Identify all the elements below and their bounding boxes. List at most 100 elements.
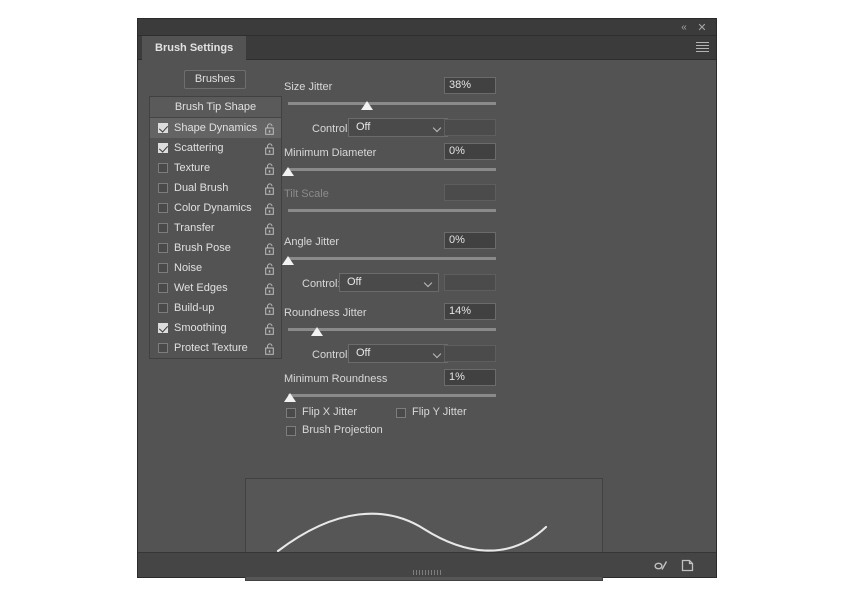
brush-option-checkbox[interactable]: [158, 223, 168, 233]
brush-option-row[interactable]: Wet Edges: [150, 278, 281, 298]
minimum-diameter-label: Minimum Diameter: [284, 147, 377, 159]
brush-projection-label: Brush Projection: [302, 424, 383, 436]
size-control-extra-value: [444, 119, 496, 136]
roundness-jitter-slider[interactable]: [288, 324, 496, 338]
panel-footer: [138, 552, 716, 577]
brush-option-label: Build-up: [174, 302, 215, 314]
new-brush-preset-icon[interactable]: [679, 557, 696, 574]
unlocked-padlock-icon[interactable]: [265, 202, 274, 215]
panel-tab-strip: Brush Settings: [138, 36, 716, 60]
brush-option-row[interactable]: Build-up: [150, 298, 281, 318]
size-jitter-slider[interactable]: [288, 98, 496, 112]
unlocked-padlock-icon[interactable]: [265, 162, 274, 175]
brush-option-list: Brush Tip Shape Shape Dynamics Scattering…: [149, 96, 282, 359]
flip-y-jitter-label: Flip Y Jitter: [412, 406, 467, 418]
roundness-control-select[interactable]: Off: [348, 344, 448, 363]
roundness-control-label: Control:: [312, 349, 351, 361]
brush-option-checkbox[interactable]: [158, 283, 168, 293]
brush-option-row[interactable]: Dual Brush: [150, 178, 281, 198]
brush-option-checkbox[interactable]: [158, 343, 168, 353]
roundness-jitter-value[interactable]: 14%: [444, 303, 496, 320]
angle-jitter-value[interactable]: 0%: [444, 232, 496, 249]
brush-option-label: Scattering: [174, 142, 224, 154]
roundness-jitter-label: Roundness Jitter: [284, 307, 367, 319]
angle-control-label: Control:: [302, 278, 341, 290]
angle-jitter-label: Angle Jitter: [284, 236, 340, 248]
brush-option-checkbox[interactable]: [158, 143, 168, 153]
size-jitter-label: Size Jitter: [284, 81, 333, 93]
brush-option-label: Protect Texture: [174, 342, 248, 354]
panel-body: Brushes Brush Tip Shape Shape Dynamics Sc…: [138, 60, 716, 581]
brush-option-label: Texture: [174, 162, 211, 174]
unlocked-padlock-icon[interactable]: [265, 282, 274, 295]
chevron-down-icon: [432, 123, 442, 133]
flip-x-jitter-label: Flip X Jitter: [302, 406, 358, 418]
close-icon[interactable]: ✕: [696, 22, 708, 34]
angle-jitter-slider[interactable]: [282, 253, 496, 267]
roundness-control-value: Off: [356, 347, 371, 359]
brushes-button[interactable]: Brushes: [184, 70, 246, 89]
brush-option-checkbox[interactable]: [158, 263, 168, 273]
minimum-roundness-slider[interactable]: [284, 390, 496, 404]
panel-menu-icon[interactable]: [696, 42, 709, 54]
brush-option-label: Transfer: [174, 222, 215, 234]
tab-brush-settings[interactable]: Brush Settings: [142, 36, 247, 60]
brush-option-checkbox[interactable]: [158, 123, 168, 133]
collapse-double-chevron-icon[interactable]: «: [678, 22, 690, 34]
unlocked-padlock-icon[interactable]: [265, 262, 274, 275]
flip-y-jitter-checkbox[interactable]: [396, 408, 406, 418]
unlocked-padlock-icon[interactable]: [265, 342, 274, 355]
brush-option-label: Shape Dynamics: [174, 122, 258, 134]
angle-control-value: Off: [347, 276, 362, 288]
minimum-diameter-value[interactable]: 0%: [444, 143, 496, 160]
brush-option-row[interactable]: Shape Dynamics: [150, 118, 281, 138]
flip-x-jitter-checkbox[interactable]: [286, 408, 296, 418]
toggle-brush-panel-icon[interactable]: [652, 557, 669, 574]
brush-settings-panel: « ✕ Brush Settings Brushes Brush Tip Sha…: [137, 18, 717, 581]
resize-grip[interactable]: [413, 570, 441, 575]
angle-control-select[interactable]: Off: [339, 273, 439, 292]
tilt-scale-slider: [288, 205, 496, 219]
unlocked-padlock-icon[interactable]: [265, 142, 274, 155]
unlocked-padlock-icon[interactable]: [265, 182, 274, 195]
brush-option-row[interactable]: Smoothing: [150, 318, 281, 338]
brush-option-checkbox[interactable]: [158, 163, 168, 173]
brush-tip-shape-header[interactable]: Brush Tip Shape: [150, 97, 281, 118]
brush-option-checkbox[interactable]: [158, 323, 168, 333]
brush-option-label: Brush Pose: [174, 242, 231, 254]
chevron-down-icon: [432, 349, 442, 359]
minimum-diameter-slider[interactable]: [282, 164, 496, 178]
roundness-control-extra-value: [444, 345, 496, 362]
brush-option-row[interactable]: Brush Pose: [150, 238, 281, 258]
brush-option-checkbox[interactable]: [158, 243, 168, 253]
unlocked-padlock-icon[interactable]: [265, 302, 274, 315]
tilt-scale-value: [444, 184, 496, 201]
chevron-down-icon: [423, 278, 433, 288]
brush-option-label: Smoothing: [174, 322, 227, 334]
angle-control-extra-value: [444, 274, 496, 291]
panel-title-bar: « ✕: [138, 19, 716, 36]
size-control-select[interactable]: Off: [348, 118, 448, 137]
size-jitter-value[interactable]: 38%: [444, 77, 496, 94]
brush-option-row[interactable]: Protect Texture: [150, 338, 281, 358]
size-control-label: Control:: [312, 123, 351, 135]
brush-option-row[interactable]: Scattering: [150, 138, 281, 158]
brush-option-row[interactable]: Noise: [150, 258, 281, 278]
brush-option-label: Dual Brush: [174, 182, 229, 194]
brush-option-label: Wet Edges: [174, 282, 228, 294]
brush-option-row[interactable]: Color Dynamics: [150, 198, 281, 218]
brush-option-checkbox[interactable]: [158, 183, 168, 193]
unlocked-padlock-icon[interactable]: [265, 222, 274, 235]
brush-option-row[interactable]: Transfer: [150, 218, 281, 238]
brush-option-label: Noise: [174, 262, 203, 274]
brush-projection-checkbox[interactable]: [286, 426, 296, 436]
brush-option-checkbox[interactable]: [158, 203, 168, 213]
unlocked-padlock-icon[interactable]: [265, 242, 274, 255]
unlocked-padlock-icon[interactable]: [265, 322, 274, 335]
unlocked-padlock-icon[interactable]: [265, 122, 274, 135]
tilt-scale-label: Tilt Scale: [284, 188, 329, 200]
brush-option-label: Color Dynamics: [174, 202, 252, 214]
minimum-roundness-value[interactable]: 1%: [444, 369, 496, 386]
brush-option-row[interactable]: Texture: [150, 158, 281, 178]
brush-option-checkbox[interactable]: [158, 303, 168, 313]
